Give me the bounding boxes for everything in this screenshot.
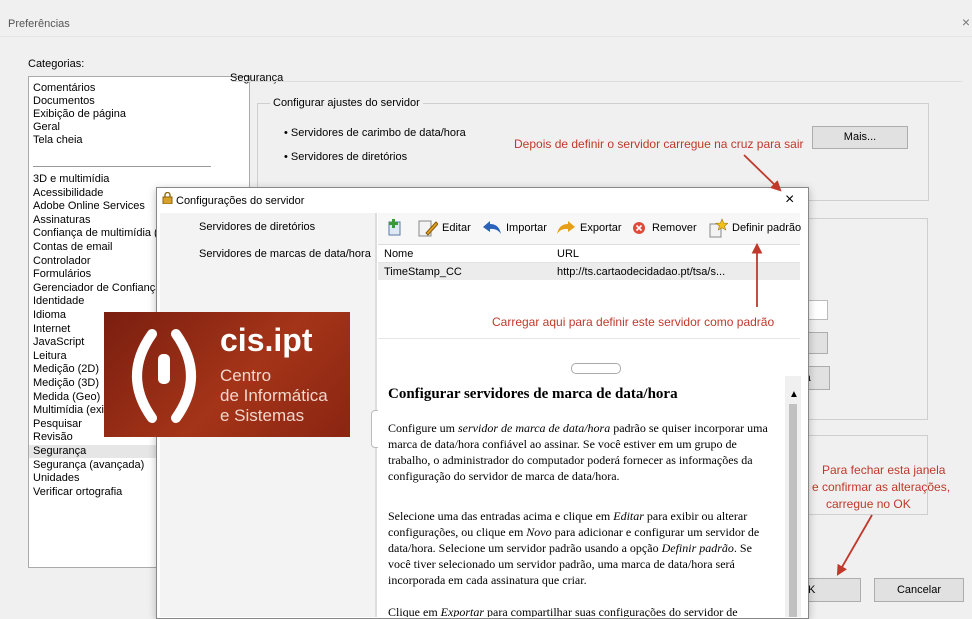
security-group-label: Segurança <box>230 72 284 84</box>
import-button[interactable]: Importar <box>482 219 547 237</box>
logo-line-2: de Informática <box>220 386 328 405</box>
help-paragraph-3: Clique em Exportar para compartilhar sua… <box>388 605 738 617</box>
category-item[interactable]: Assinaturas <box>33 214 90 227</box>
category-item[interactable]: Controlador <box>33 255 90 268</box>
close-annotation-line3: carregue no OK <box>826 497 911 511</box>
category-item[interactable]: Identidade <box>33 295 84 308</box>
set-default-star-icon <box>709 218 728 238</box>
category-item[interactable]: Acessibilidade <box>33 187 103 200</box>
default-annotation: Carregar aqui para definir este servidor… <box>492 315 775 329</box>
category-item[interactable]: Verificar ortografia <box>33 486 122 499</box>
pane-grip-handle[interactable] <box>571 363 621 374</box>
timestamp-servers-bullet: • Servidores de carimbo de data/hora <box>284 127 466 139</box>
title-divider <box>0 36 972 37</box>
nav-directory-servers[interactable]: Servidores de diretórios <box>199 221 315 233</box>
category-item[interactable]: Medição (3D) <box>33 377 99 390</box>
category-item[interactable]: Exibição de página <box>33 108 126 121</box>
cell-server-name: TimeStamp_CC <box>384 266 462 278</box>
categories-label: Categorias: <box>28 58 85 70</box>
dialog-title: Configurações do servidor <box>176 195 305 207</box>
logo-line-1: Centro <box>220 366 272 385</box>
cancel-button[interactable]: Cancelar <box>874 578 964 602</box>
cis-ipt-logo: cis.ipt Centro de Informática e Sistemas <box>104 312 350 437</box>
categories-divider <box>33 166 211 167</box>
remove-icon <box>633 222 645 234</box>
lock-icon <box>162 192 173 204</box>
logo-line-3: e Sistemas <box>220 406 305 425</box>
import-arrow-icon <box>483 221 501 234</box>
category-item[interactable]: Idioma <box>33 309 66 322</box>
directory-servers-bullet: • Servidores de diretórios <box>284 151 408 163</box>
category-item[interactable]: Formulários <box>33 268 91 281</box>
category-item[interactable]: Documentos <box>33 95 95 108</box>
scroll-up-icon[interactable]: ▲ <box>789 389 799 400</box>
edit-icon <box>418 220 438 237</box>
help-paragraph-2: Selecione uma das entradas acima e cliqu… <box>388 509 760 587</box>
category-item[interactable]: Internet <box>33 323 70 336</box>
column-header-name[interactable]: Nome <box>384 248 413 260</box>
cell-server-url: http://ts.cartaodecidadao.pt/tsa/s... <box>557 266 726 278</box>
logo-name: cis.ipt <box>220 322 313 358</box>
scroll-thumb[interactable] <box>789 404 797 617</box>
logo-parentheses-icon <box>132 329 196 423</box>
export-button[interactable]: Exportar <box>556 219 622 237</box>
help-title: Configurar servidores de marca de data/h… <box>388 386 678 402</box>
column-header-url[interactable]: URL <box>557 248 579 260</box>
help-paragraph-1: Configure um servidor de marca de data/h… <box>388 421 768 483</box>
exit-annotation: Depois de definir o servidor carregue na… <box>514 137 804 151</box>
edit-button[interactable]: Editar <box>418 219 471 237</box>
window-close-icon[interactable]: × <box>962 14 970 30</box>
category-item[interactable]: Confiança de multimídia (e <box>33 227 164 240</box>
set-default-button[interactable]: Definir padrão <box>708 218 802 238</box>
server-settings-label: Configurar ajustes do servidor <box>270 97 423 109</box>
category-item[interactable]: Contas de email <box>33 241 113 254</box>
close-annotation-line1: Para fechar esta janela <box>822 463 946 477</box>
category-item[interactable]: Medida (Geo) <box>33 391 100 404</box>
close-annotation-line2: e confirmar as alterações, <box>812 480 951 494</box>
arrow-to-ok <box>836 514 873 576</box>
category-item[interactable]: JavaScript <box>33 336 84 349</box>
more-button[interactable]: Mais... <box>812 126 908 149</box>
remove-label: Remover <box>652 222 697 234</box>
export-arrow-icon <box>557 221 575 234</box>
edit-label: Editar <box>442 222 471 234</box>
window-title: Preferências <box>8 18 70 30</box>
remove-button[interactable]: Remover <box>630 219 697 237</box>
category-item[interactable]: Pesquisar <box>33 418 82 431</box>
security-group-line <box>232 81 962 82</box>
export-label: Exportar <box>580 222 622 234</box>
dialog-toolbar: Editar Importar Exportar Remover Definir… <box>378 213 802 245</box>
new-button[interactable] <box>386 219 410 237</box>
category-item[interactable]: Adobe Online Services <box>33 200 145 213</box>
import-label: Importar <box>506 222 547 234</box>
category-item[interactable]: Comentários <box>33 82 95 95</box>
new-server-icon <box>388 219 401 236</box>
set-default-label: Definir padrão <box>732 222 802 234</box>
help-panel: Configurar servidores de marca de data/h… <box>378 376 784 617</box>
pane-divider <box>378 338 800 339</box>
category-item[interactable]: 3D e multimídia <box>33 173 109 186</box>
category-item[interactable]: Segurança (avançada) <box>33 459 144 472</box>
category-item[interactable]: Leitura <box>33 350 67 363</box>
category-item[interactable]: Tela cheia <box>33 134 83 147</box>
dialog-close-icon[interactable]: × <box>785 191 794 209</box>
nav-timestamp-servers[interactable]: Servidores de marcas de data/hora <box>199 248 371 260</box>
category-item[interactable]: Geral <box>33 121 60 134</box>
category-item[interactable]: Revisão <box>33 431 73 444</box>
category-item[interactable]: Gerenciador de Confiança <box>33 282 161 295</box>
category-item[interactable]: Unidades <box>33 472 79 485</box>
category-item[interactable]: Medição (2D) <box>33 363 99 376</box>
